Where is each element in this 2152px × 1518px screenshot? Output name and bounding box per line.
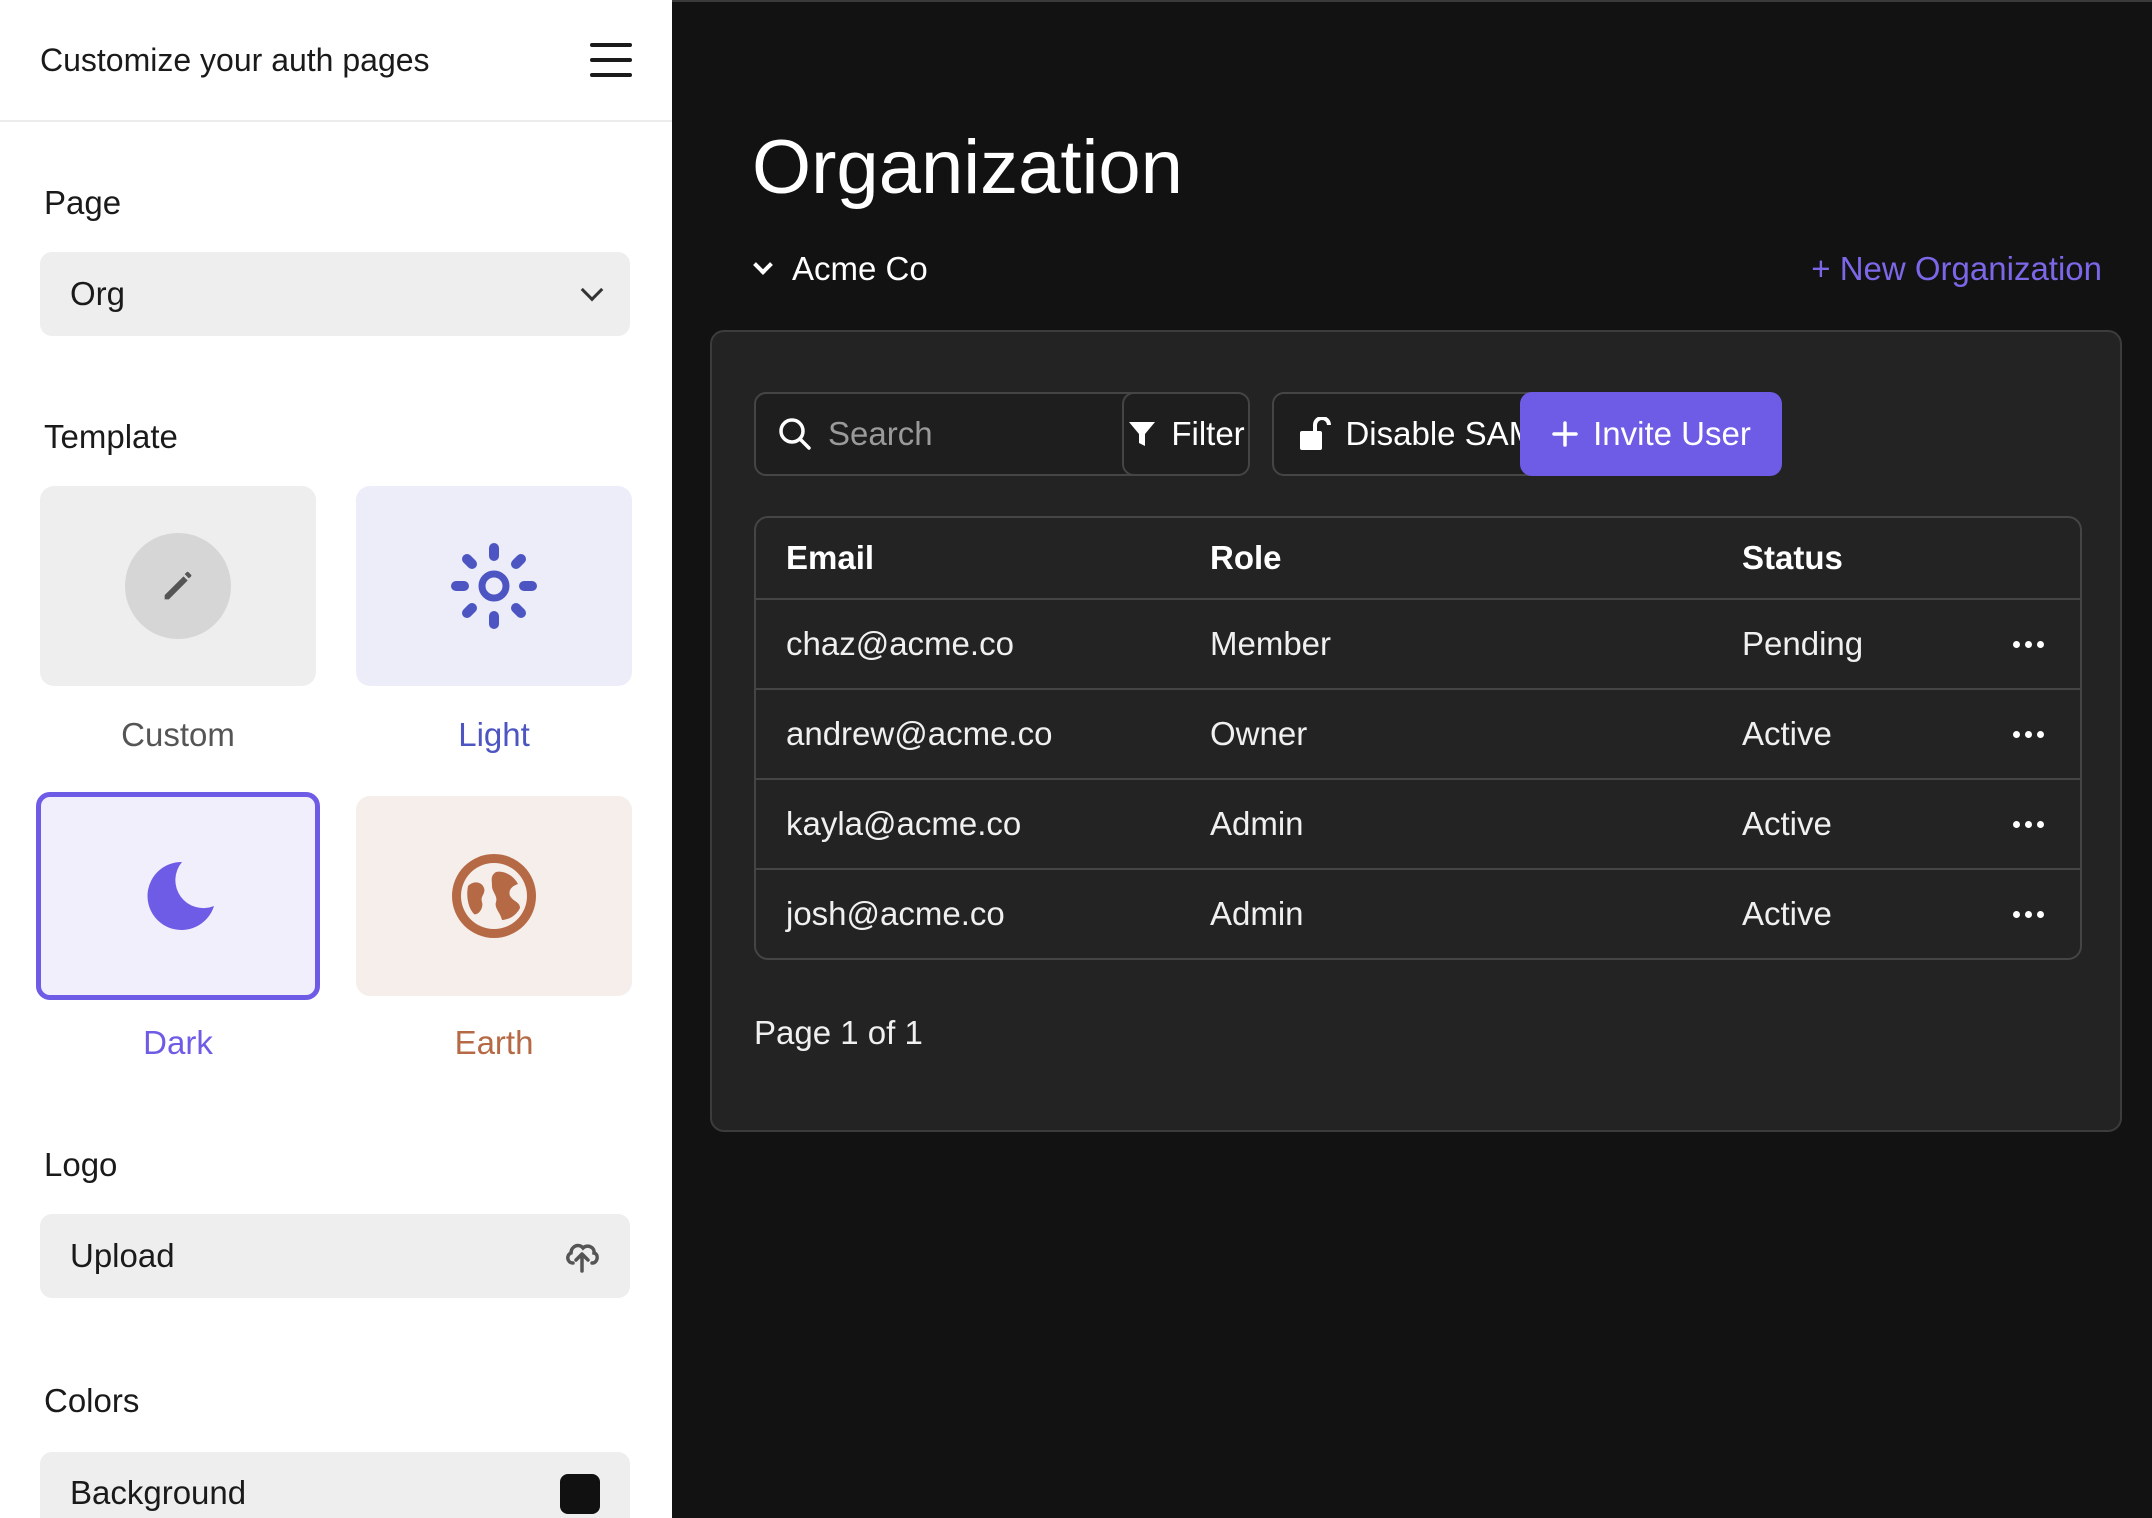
sidebar-header: Customize your auth pages [0, 0, 672, 122]
org-switcher[interactable]: Acme Co [753, 250, 928, 288]
page-section-label: Page [44, 184, 122, 221]
logo-upload-button[interactable]: Upload [40, 1214, 630, 1298]
background-color-label: Background [70, 1474, 247, 1511]
template-label-custom: Custom [121, 716, 235, 753]
row-role: Member [1210, 625, 1332, 662]
chevron-down-icon [580, 278, 604, 302]
more-options-icon[interactable] [2013, 721, 2044, 748]
members-panel: Filter Disable SAML Invite User Email Ro… [710, 330, 2122, 1132]
invite-user-button[interactable]: Invite User [1520, 392, 1782, 476]
template-card-custom[interactable] [40, 486, 316, 686]
plus-icon [1552, 421, 1578, 447]
row-role: Admin [1210, 895, 1304, 932]
template-label-dark: Dark [143, 1024, 213, 1061]
table-row: kayla@acme.co Admin Active [756, 778, 2080, 868]
background-color-picker[interactable]: Background [40, 1452, 630, 1518]
filter-label: Filter [1171, 415, 1245, 452]
colors-section-label: Colors [44, 1382, 140, 1419]
members-table: Email Role Status chaz@acme.co Member Pe… [754, 516, 2082, 960]
row-role: Admin [1210, 805, 1304, 842]
header-status: Status [1742, 539, 1843, 576]
template-label-earth: Earth [454, 1024, 534, 1061]
globe-icon [452, 854, 536, 938]
more-options-icon[interactable] [2013, 811, 2044, 838]
template-card-light[interactable] [356, 486, 632, 686]
row-status: Pending [1742, 625, 1864, 662]
row-status: Active [1742, 895, 1832, 932]
invite-user-label: Invite User [1593, 415, 1751, 452]
org-preview: Organization Acme Co + New Organization … [672, 0, 2152, 1518]
row-status: Active [1742, 805, 1832, 842]
template-section-label: Template [44, 418, 178, 455]
filter-icon [1129, 422, 1156, 446]
table-row: andrew@acme.co Owner Active [756, 688, 2080, 778]
page-select-value: Org [70, 275, 126, 312]
pagination-text: Page 1 of 1 [754, 1014, 923, 1051]
template-card-dark[interactable] [36, 792, 320, 1000]
upload-icon [564, 1239, 600, 1273]
new-organization-link[interactable]: + New Organization [1811, 250, 2102, 288]
row-email: josh@acme.co [786, 895, 1005, 932]
table-row: chaz@acme.co Member Pending [756, 598, 2080, 688]
sun-icon [451, 543, 537, 629]
row-email: chaz@acme.co [786, 625, 1014, 662]
template-card-earth[interactable] [356, 796, 632, 996]
logo-upload-label: Upload [70, 1237, 175, 1274]
more-options-icon[interactable] [2013, 901, 2044, 928]
sidebar-title: Customize your auth pages [40, 41, 430, 78]
customize-sidebar: Customize your auth pages Page Org Templ… [0, 0, 672, 1518]
unlock-icon [1300, 417, 1332, 450]
header-email: Email [786, 539, 875, 576]
page-select[interactable]: Org [40, 252, 630, 336]
background-color-swatch[interactable] [560, 1474, 600, 1514]
row-role: Owner [1210, 715, 1308, 752]
row-status: Active [1742, 715, 1832, 752]
more-options-icon[interactable] [2013, 631, 2044, 658]
page-title: Organization [752, 125, 1183, 210]
hamburger-menu-icon[interactable] [590, 43, 632, 77]
table-row: josh@acme.co Admin Active [756, 868, 2080, 958]
chevron-down-icon [753, 255, 773, 275]
row-email: kayla@acme.co [786, 805, 1022, 842]
moon-icon [147, 861, 214, 930]
pencil-icon [125, 533, 231, 639]
template-label-light: Light [458, 716, 530, 753]
org-name: Acme Co [792, 250, 928, 287]
header-role: Role [1210, 539, 1282, 576]
filter-button[interactable]: Filter [1122, 392, 1250, 476]
table-header: Email Role Status [756, 518, 2080, 598]
row-email: andrew@acme.co [786, 715, 1053, 752]
logo-section-label: Logo [44, 1146, 118, 1183]
search-icon [779, 418, 811, 450]
